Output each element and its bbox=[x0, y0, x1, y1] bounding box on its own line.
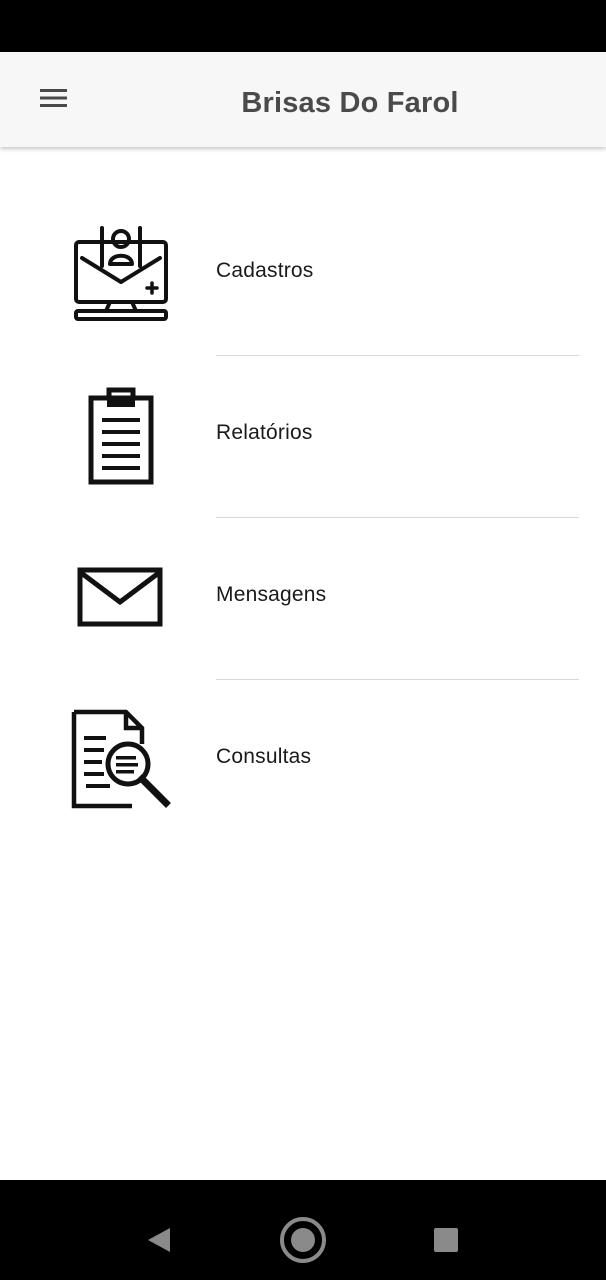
menu-list: Cadastros Relatórios Mensagens Consultas bbox=[0, 147, 606, 1180]
menu-button[interactable] bbox=[26, 76, 82, 120]
app-title: Brisas Do Farol bbox=[241, 87, 459, 119]
menu-item-consultas[interactable]: Consultas bbox=[0, 676, 606, 838]
menu-item-mensagens[interactable]: Mensagens bbox=[0, 514, 606, 676]
status-bar bbox=[0, 0, 606, 52]
recents-square-icon bbox=[434, 1228, 458, 1252]
envelope-icon bbox=[60, 544, 182, 652]
system-navigation-bar bbox=[0, 1180, 606, 1280]
document-search-icon bbox=[60, 706, 182, 814]
hamburger-menu-icon bbox=[40, 89, 67, 107]
home-button[interactable] bbox=[273, 1210, 333, 1270]
back-triangle-icon bbox=[148, 1228, 170, 1252]
menu-item-relatorios[interactable]: Relatórios bbox=[0, 352, 606, 514]
menu-item-label: Mensagens bbox=[216, 583, 327, 606]
app-bar: Brisas Do Farol bbox=[0, 52, 606, 147]
menu-item-label: Relatórios bbox=[216, 421, 313, 444]
back-button[interactable] bbox=[129, 1210, 189, 1270]
home-circle-icon bbox=[280, 1217, 326, 1263]
recents-button[interactable] bbox=[416, 1210, 476, 1270]
menu-item-label: Cadastros bbox=[216, 259, 314, 282]
computer-user-registration-icon bbox=[60, 220, 182, 328]
menu-item-label: Consultas bbox=[216, 745, 312, 768]
clipboard-report-icon bbox=[60, 382, 182, 490]
menu-item-cadastros[interactable]: Cadastros bbox=[0, 190, 606, 352]
